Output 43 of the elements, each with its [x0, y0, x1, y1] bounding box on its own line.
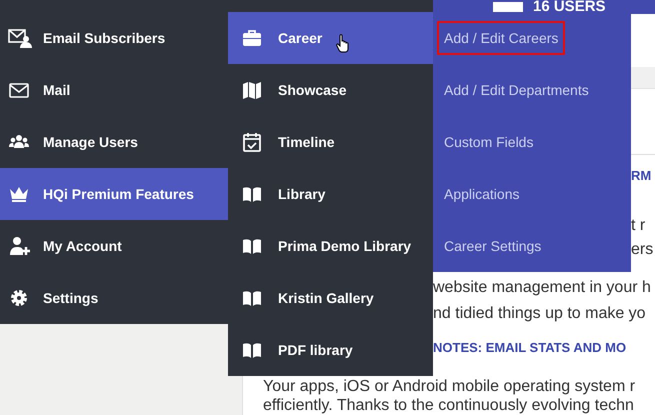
hand-cursor-icon [336, 34, 350, 53]
menu-label: Email Subscribers [43, 30, 166, 46]
article-text: website management in your h [433, 279, 651, 296]
article-heading: RM [631, 168, 652, 183]
menu-item[interactable]: Email Subscribers [0, 12, 228, 64]
submenu-link[interactable]: Add / Edit Departments [437, 73, 596, 107]
submenu-link[interactable]: Custom Fields [437, 125, 540, 159]
submenu-link[interactable]: Career Settings [437, 229, 548, 263]
menu-label: Mail [43, 82, 70, 98]
users-count: 16 USERS [533, 0, 606, 14]
menu-item[interactable]: HQi Premium Features [0, 168, 228, 220]
menu-label: Timeline [278, 134, 335, 150]
article-text: ers [631, 241, 654, 258]
menu-item[interactable]: Prima Demo Library [228, 220, 433, 272]
article-heading: NOTES: EMAIL STATS AND MO [433, 340, 626, 355]
user-plus-icon [8, 235, 32, 257]
article-text: t r [631, 217, 646, 234]
menu-label: Settings [43, 290, 98, 306]
envelope-user-icon [8, 27, 32, 49]
menu-item[interactable]: PDF library [228, 324, 433, 376]
menu-item[interactable]: Showcase [228, 64, 433, 116]
menu-item[interactable]: My Account [0, 220, 228, 272]
menu-label: Prima Demo Library [278, 238, 412, 254]
menu-label: Kristin Gallery [278, 290, 374, 306]
menu-label: HQi Premium Features [43, 186, 194, 202]
menu-label: Manage Users [43, 134, 138, 150]
menu-item[interactable]: Kristin Gallery [228, 272, 433, 324]
menu-item[interactable]: Career [228, 12, 433, 64]
menu-label: Showcase [278, 82, 346, 98]
menu-label: Library [278, 186, 326, 202]
menu-item[interactable]: Library [228, 168, 433, 220]
menu-item[interactable]: Timeline [228, 116, 433, 168]
article-text: nd tidied things up to make yo [433, 305, 646, 322]
menu-label: PDF library [278, 342, 353, 358]
menu-item[interactable]: Mail [0, 64, 228, 116]
menu-item[interactable]: Settings [0, 272, 228, 324]
submenu-link[interactable]: Applications [437, 177, 526, 211]
menu-item[interactable]: Manage Users [0, 116, 228, 168]
menu-label: My Account [43, 238, 122, 254]
submenu-link[interactable]: Add / Edit Careers [437, 21, 566, 55]
menu-label: Career [278, 30, 322, 46]
article-text: efficiently. Thanks to the continuously evolving techn [263, 397, 634, 414]
article-text: Your apps, iOS or Android mobile operating system r [263, 378, 636, 395]
